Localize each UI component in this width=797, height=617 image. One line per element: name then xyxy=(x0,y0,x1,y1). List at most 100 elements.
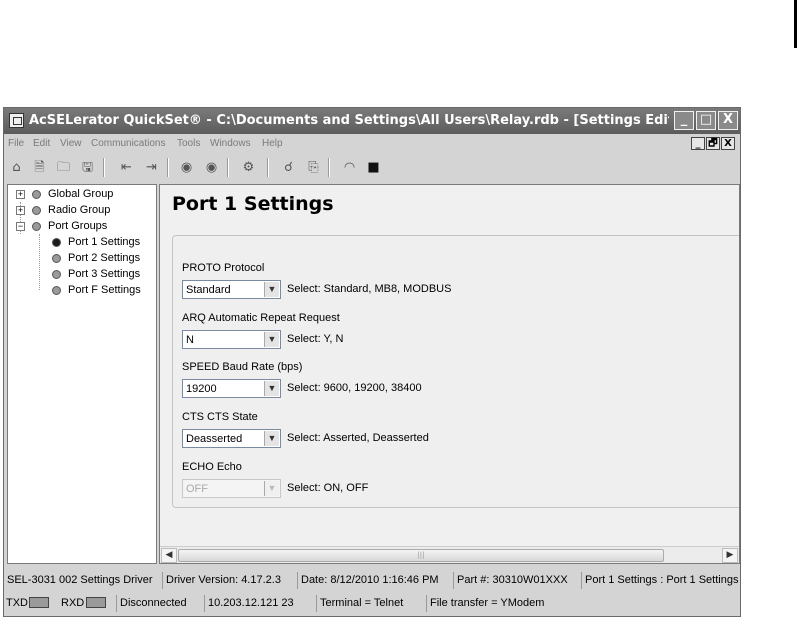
setting-hint-speed: Select: 9600, 19200, 38400 xyxy=(287,382,422,394)
menu-communications[interactable]: Communications xyxy=(91,138,165,149)
menu-help[interactable]: Help xyxy=(262,138,283,149)
read-settings-icon[interactable]: ⇤ xyxy=(119,160,134,175)
cts-select[interactable]: Deasserted ▼ xyxy=(182,429,281,448)
tree-item-label: Port Groups xyxy=(48,220,108,232)
select-value: N xyxy=(186,334,194,346)
child-close-button[interactable]: X xyxy=(721,137,735,150)
bullet-icon xyxy=(52,286,61,295)
horizontal-scrollbar[interactable]: ◀ ||| ▶ xyxy=(160,546,739,563)
menu-file[interactable]: File xyxy=(8,138,24,149)
group-bullet-icon xyxy=(32,222,41,231)
collapse-icon[interactable]: − xyxy=(16,222,25,231)
maximize-button[interactable]: □ xyxy=(696,111,716,130)
arq-select[interactable]: N ▼ xyxy=(182,330,281,349)
app-window: AcSELerator QuickSet® - C:\Documents and… xyxy=(3,107,741,617)
send-settings-icon[interactable]: ⇥ xyxy=(144,160,159,175)
speed-select[interactable]: 19200 ▼ xyxy=(182,379,281,398)
scroll-thumb[interactable]: ||| xyxy=(178,549,664,562)
bullet-icon xyxy=(52,254,61,263)
child-minimize-button[interactable]: _ xyxy=(691,137,705,150)
connection-icon[interactable]: ☌ xyxy=(281,160,296,175)
child-restore-button[interactable]: 🗗 xyxy=(706,137,720,150)
status-date: Date: 8/12/2010 1:16:46 PM xyxy=(297,572,453,589)
menu-tools[interactable]: Tools xyxy=(177,138,200,149)
chevron-down-icon: ▼ xyxy=(264,481,279,496)
status-location: Port 1 Settings : Port 1 Settings xyxy=(581,572,740,589)
menu-edit[interactable]: Edit xyxy=(33,138,50,149)
select-value: Deasserted xyxy=(186,433,243,445)
connection-status-bar: TXD RXD Disconnected 10.203.12.121 23 Te… xyxy=(4,592,740,614)
txd-indicator xyxy=(29,597,49,608)
setting-label-proto: PROTO Protocol xyxy=(182,262,265,274)
app-icon[interactable] xyxy=(9,113,24,128)
group-bullet-icon xyxy=(32,206,41,215)
terminal-type: Terminal = Telnet xyxy=(316,595,426,612)
settings-tree: + Global Group + Radio Group − Port Grou… xyxy=(7,184,157,564)
forward-icon[interactable]: ◉ xyxy=(204,160,219,175)
tree-item-port-1-settings[interactable]: Port 1 Settings xyxy=(8,235,156,250)
setting-label-speed: SPEED Baud Rate (bps) xyxy=(182,361,303,373)
chevron-down-icon[interactable]: ▼ xyxy=(264,332,279,347)
menu-bar: File Edit View Communications Tools Wind… xyxy=(4,135,740,153)
toolbar: ⌂ 🗎 🗀 🖫 ⇤ ⇥ ◉ ◉ ⚙ ☌ ⎘ ◠ ■ xyxy=(4,155,740,179)
terminal-icon[interactable]: ■ xyxy=(366,160,381,175)
setting-label-echo: ECHO Echo xyxy=(182,461,242,473)
file-transfer-protocol: File transfer = YModem xyxy=(426,595,566,612)
txd-label: TXD xyxy=(6,597,28,609)
window-title: AcSELerator QuickSet® - C:\Documents and… xyxy=(29,113,669,128)
selected-bullet-icon xyxy=(52,238,61,247)
transfer-icon[interactable]: ⎘ xyxy=(306,160,321,175)
setting-hint-echo: Select: ON, OFF xyxy=(287,482,369,494)
menu-view[interactable]: View xyxy=(60,138,82,149)
settings-tools-icon[interactable]: ⚙ xyxy=(241,160,256,175)
toolbar-separator xyxy=(328,158,330,177)
tree-item-label: Radio Group xyxy=(48,204,111,216)
tree-item-port-groups[interactable]: − Port Groups xyxy=(8,219,156,234)
tree-item-port-3-settings[interactable]: Port 3 Settings xyxy=(8,267,156,282)
connection-address: 10.203.12.121 23 xyxy=(204,595,316,612)
scroll-left-icon[interactable]: ◀ xyxy=(161,548,177,563)
toolbar-separator xyxy=(267,158,269,177)
open-folder-icon[interactable]: 🗀 xyxy=(56,160,71,175)
home-icon[interactable]: ⌂ xyxy=(9,160,24,175)
tree-item-port-f-settings[interactable]: Port F Settings xyxy=(8,283,156,298)
new-file-icon[interactable]: 🗎 xyxy=(32,160,47,175)
toolbar-separator xyxy=(227,158,229,177)
chevron-down-icon[interactable]: ▼ xyxy=(264,381,279,396)
status-driver: SEL-3031 002 Settings Driver xyxy=(7,574,153,586)
status-part-number: Part #: 30310W01XXX xyxy=(453,572,581,589)
minimize-button[interactable]: _ xyxy=(674,111,694,130)
tree-item-global-group[interactable]: + Global Group xyxy=(8,187,156,202)
settings-panel: Port 1 Settings PROTO Protocol Standard … xyxy=(159,184,740,564)
tree-item-port-2-settings[interactable]: Port 2 Settings xyxy=(8,251,156,266)
expand-icon[interactable]: + xyxy=(16,206,25,215)
rxd-indicator xyxy=(86,597,106,608)
select-value: Standard xyxy=(186,284,231,296)
close-button[interactable]: X xyxy=(718,111,738,130)
tree-item-label: Port 3 Settings xyxy=(68,268,141,280)
rxd-label: RXD xyxy=(61,597,85,609)
tree-item-label: Port F Settings xyxy=(68,284,141,296)
setting-hint-proto: Select: Standard, MB8, MODBUS xyxy=(287,283,452,295)
setting-label-arq: ARQ Automatic Repeat Request xyxy=(182,312,340,324)
status-driver-version: Driver Version: 4.17.2.3 xyxy=(162,572,297,589)
tree-item-label: Port 2 Settings xyxy=(68,252,141,264)
tree-item-radio-group[interactable]: + Radio Group xyxy=(8,203,156,218)
title-bar[interactable]: AcSELerator QuickSet® - C:\Documents and… xyxy=(4,108,740,134)
page-title: Port 1 Settings xyxy=(172,193,334,215)
expand-icon[interactable]: + xyxy=(16,190,25,199)
meter-icon[interactable]: ◠ xyxy=(342,160,357,175)
toolbar-separator xyxy=(103,158,105,177)
chevron-down-icon[interactable]: ▼ xyxy=(264,431,279,446)
save-icon[interactable]: 🖫 xyxy=(80,160,95,175)
select-value: 19200 xyxy=(186,383,217,395)
settings-group-box: PROTO Protocol Standard ▼ Select: Standa… xyxy=(172,235,739,508)
chevron-down-icon[interactable]: ▼ xyxy=(264,282,279,297)
proto-select[interactable]: Standard ▼ xyxy=(182,280,281,299)
menu-windows[interactable]: Windows xyxy=(210,138,251,149)
back-icon[interactable]: ◉ xyxy=(179,160,194,175)
tree-item-label: Global Group xyxy=(48,188,114,200)
setting-hint-cts: Select: Asserted, Deasserted xyxy=(287,432,429,444)
echo-select: OFF ▼ xyxy=(182,479,281,498)
scroll-right-icon[interactable]: ▶ xyxy=(722,548,738,563)
